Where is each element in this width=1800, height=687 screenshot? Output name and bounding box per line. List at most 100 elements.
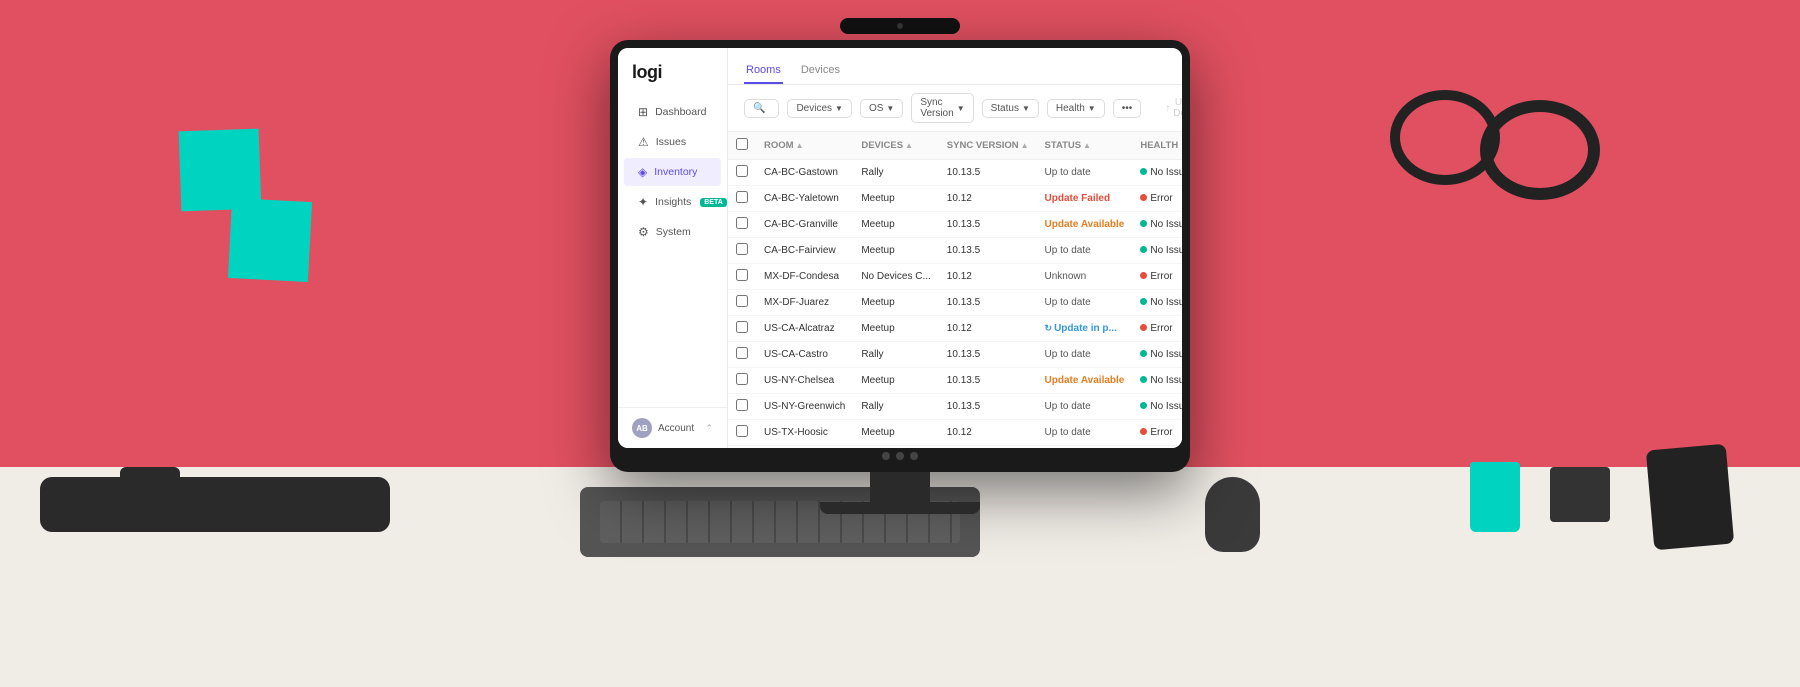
row-checkbox-2[interactable] <box>736 217 748 229</box>
status-badge-normal: Up to date <box>1045 401 1091 412</box>
update-devices-btn[interactable]: ↑ Update Devices <box>1157 94 1182 122</box>
health-dot <box>1140 324 1147 331</box>
cell-status: Up to date <box>1037 420 1133 446</box>
cell-status: Up to date <box>1037 160 1133 186</box>
cell-health: No Issues <box>1132 212 1182 238</box>
cell-devices: Rally <box>853 394 938 420</box>
cell-health: No Issues <box>1132 446 1182 449</box>
table-container: ROOM▲ DEVICES▲ SYNC VERSION▲ STATUS▲ HEA… <box>728 132 1182 448</box>
cell-status: Up to date <box>1037 238 1133 264</box>
mouse <box>1205 477 1260 552</box>
search-icon: 🔍 <box>753 103 765 114</box>
more-filters-btn[interactable]: ••• <box>1113 99 1142 118</box>
monitor-btn-3[interactable] <box>910 452 918 460</box>
col-health: HEALTH▲ <box>1132 132 1182 160</box>
cell-devices: Meetup <box>853 420 938 446</box>
health-label: Error <box>1150 193 1172 204</box>
sidebar-item-system[interactable]: ⚙ System <box>624 218 721 246</box>
select-all-checkbox[interactable] <box>736 138 748 150</box>
row-checkbox-9[interactable] <box>736 399 748 411</box>
health-label: No Issues <box>1150 245 1182 256</box>
monitor-neck <box>870 472 930 502</box>
monitor-outer: logi ⊞ Dashboard ⚠ Issues ◈ Inventory <box>610 40 1190 472</box>
beta-badge: BETA <box>700 198 727 207</box>
status-badge-inprogress: ↻Update in p... <box>1045 323 1125 334</box>
monitor-screen: logi ⊞ Dashboard ⚠ Issues ◈ Inventory <box>618 48 1182 448</box>
cell-health: No Issues <box>1132 238 1182 264</box>
health-label: No Issues <box>1150 349 1182 360</box>
cell-sync-version: 10.13.5 <box>939 394 1037 420</box>
sidebar-item-inventory[interactable]: ◈ Inventory <box>624 158 721 186</box>
row-checkbox-8[interactable] <box>736 373 748 385</box>
cell-room: MX-DF-Juarez <box>756 446 853 449</box>
sidebar-item-dashboard[interactable]: ⊞ Dashboard <box>624 98 721 126</box>
monitor-btn-1[interactable] <box>882 452 890 460</box>
filter-devices[interactable]: Devices ▼ <box>787 99 852 118</box>
row-checkbox-10[interactable] <box>736 425 748 437</box>
toolbar-right: ↑ Update Devices ↓ Download Data 🗑 Delet… <box>1157 93 1182 123</box>
health-label: No Issues <box>1150 167 1182 178</box>
webcam <box>120 467 180 512</box>
cell-room: US-NY-Greenwich <box>756 394 853 420</box>
sidebar-item-issues-label: Issues <box>656 136 686 148</box>
table-row: CA-BC-Granville Meetup 10.13.5 Update Av… <box>728 212 1182 238</box>
filter-status[interactable]: Status ▼ <box>982 99 1039 118</box>
health-label: No Issues <box>1150 375 1182 386</box>
app-layout: logi ⊞ Dashboard ⚠ Issues ◈ Inventory <box>618 48 1182 448</box>
health-dot <box>1140 272 1147 279</box>
cell-devices: Meetup <box>853 446 938 449</box>
sidebar-item-issues[interactable]: ⚠ Issues <box>624 128 721 156</box>
cell-sync-version: 10.12 <box>939 264 1037 290</box>
account-chevron: ⌃ <box>705 423 713 434</box>
tab-devices[interactable]: Devices <box>799 58 842 84</box>
status-badge-normal: Up to date <box>1045 245 1091 256</box>
row-checkbox-6[interactable] <box>736 321 748 333</box>
cell-room: CA-BC-Gastown <box>756 160 853 186</box>
filter-sync-version[interactable]: Sync Version ▼ <box>911 93 973 123</box>
monitor-camera-bar <box>840 18 960 34</box>
toolbar: 🔍 Devices ▼ OS ▼ Sync Version <box>728 85 1182 132</box>
status-badge-normal: Up to date <box>1045 297 1091 308</box>
table-row: US-NY-Greenwich Rally 10.13.5 Up to date… <box>728 394 1182 420</box>
sidebar-item-insights[interactable]: ✦ Insights BETA <box>624 188 721 216</box>
row-checkbox-0[interactable] <box>736 165 748 177</box>
app-logo: logi <box>618 62 727 97</box>
cell-health: No Issues <box>1132 160 1182 186</box>
cell-room: MX-DF-Juarez <box>756 290 853 316</box>
cell-status: ↻Update in p... <box>1037 316 1133 342</box>
cable-1 <box>1480 100 1600 200</box>
cell-status: Update Failed <box>1037 186 1133 212</box>
filter-health[interactable]: Health ▼ <box>1047 99 1105 118</box>
row-checkbox-3[interactable] <box>736 243 748 255</box>
tablet <box>1646 444 1734 551</box>
pencil-cup <box>1470 462 1520 532</box>
account-label: Account <box>658 423 694 434</box>
health-dot <box>1140 246 1147 253</box>
account-item[interactable]: AB Account ⌃ <box>632 418 713 438</box>
cell-devices: Meetup <box>853 238 938 264</box>
cell-status: Up to date <box>1037 290 1133 316</box>
filter-os[interactable]: OS ▼ <box>860 99 903 118</box>
table-body: CA-BC-Gastown Rally 10.13.5 Up to date N… <box>728 160 1182 449</box>
health-dot <box>1140 194 1147 201</box>
col-devices: DEVICES▲ <box>853 132 938 160</box>
row-checkbox-4[interactable] <box>736 269 748 281</box>
postit-note-2 <box>228 198 312 282</box>
cell-sync-version: 10.12 <box>939 420 1037 446</box>
health-label: No Issues <box>1150 219 1182 230</box>
row-checkbox-7[interactable] <box>736 347 748 359</box>
update-icon: ↑ <box>1165 103 1170 114</box>
sidebar-item-dashboard-label: Dashboard <box>655 106 706 118</box>
cell-devices: Meetup <box>853 316 938 342</box>
cell-room: MX-DF-Condesa <box>756 264 853 290</box>
status-badge-normal: Unknown <box>1045 271 1087 282</box>
tab-rooms[interactable]: Rooms <box>744 58 783 84</box>
account-avatar: AB <box>632 418 652 438</box>
health-dot <box>1140 298 1147 305</box>
cell-sync-version: 10.12 <box>939 316 1037 342</box>
search-box[interactable]: 🔍 <box>744 99 779 118</box>
row-checkbox-1[interactable] <box>736 191 748 203</box>
health-dot <box>1140 428 1147 435</box>
row-checkbox-5[interactable] <box>736 295 748 307</box>
monitor-btn-2[interactable] <box>896 452 904 460</box>
